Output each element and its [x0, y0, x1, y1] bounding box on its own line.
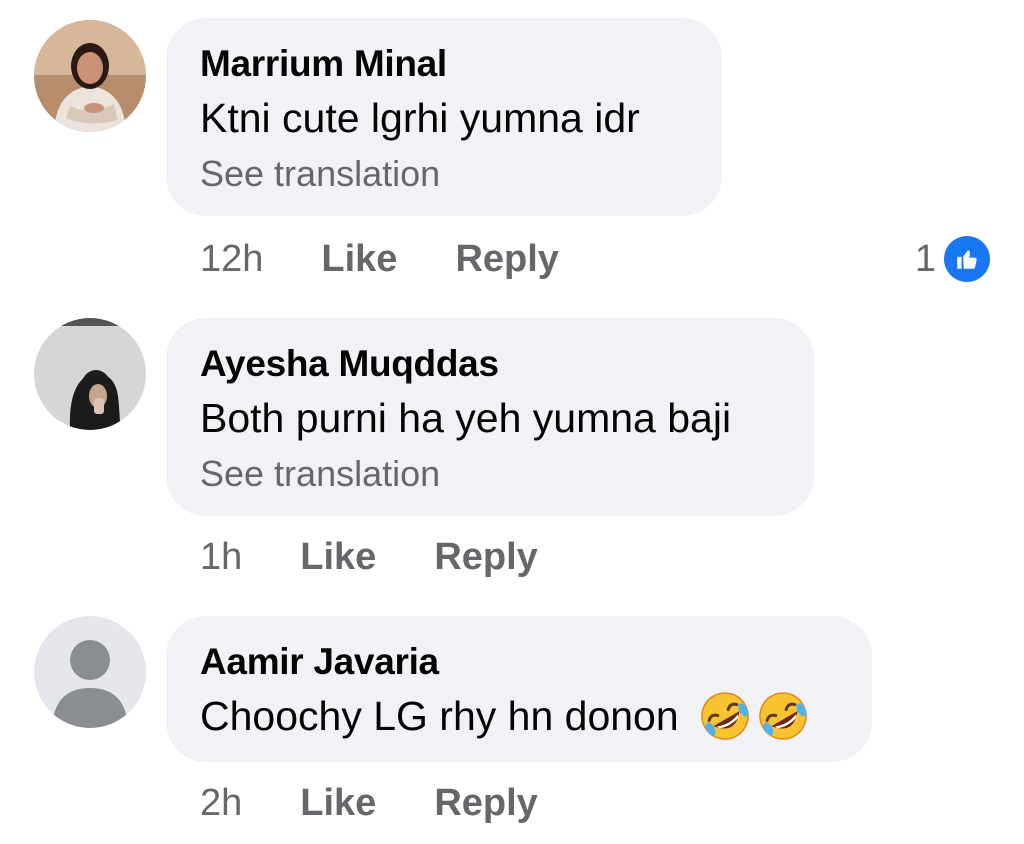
default-avatar-icon [34, 616, 146, 728]
comment-bubble: Aamir Javaria Choochy LG rhy hn donon [166, 616, 872, 762]
like-button[interactable]: Like [300, 782, 376, 825]
avatar[interactable] [34, 616, 146, 728]
comment-actions: 1h Like Reply [200, 532, 538, 582]
see-translation-link[interactable]: See translation [200, 452, 814, 496]
comment-text-content: Choochy LG rhy hn donon [200, 693, 679, 739]
avatar[interactable] [34, 318, 146, 430]
profile-photo [34, 318, 146, 430]
like-button[interactable]: Like [300, 536, 376, 579]
comment-author[interactable]: Ayesha Muqddas [200, 342, 814, 386]
comment-timestamp[interactable]: 12h [200, 238, 263, 281]
reply-button[interactable]: Reply [455, 238, 558, 281]
comment-timestamp[interactable]: 1h [200, 536, 242, 579]
like-reaction-icon [944, 236, 990, 282]
comment-text: Both purni ha yeh yumna baji [200, 390, 814, 446]
profile-photo [34, 20, 146, 132]
comment-author[interactable]: Aamir Javaria [200, 640, 872, 684]
reaction-summary[interactable]: 1 [915, 234, 990, 284]
comment-text: Ktni cute lgrhi yumna idr [200, 90, 722, 146]
comment-timestamp[interactable]: 2h [200, 782, 242, 825]
reply-button[interactable]: Reply [434, 782, 537, 825]
reaction-count: 1 [914, 237, 936, 280]
comment-text: Choochy LG rhy hn donon [200, 688, 872, 744]
avatar[interactable] [34, 20, 146, 132]
like-button[interactable]: Like [321, 238, 397, 281]
comment-actions: 12h Like Reply [200, 234, 559, 284]
reply-button[interactable]: Reply [434, 536, 537, 579]
rolling-on-floor-laughing-emoji [758, 692, 807, 740]
comment-author[interactable]: Marrium Minal [200, 42, 722, 86]
comment-bubble: Ayesha Muqddas Both purni ha yeh yumna b… [166, 318, 814, 516]
comment-text-content: Both purni ha yeh yumna baji [200, 395, 732, 441]
see-translation-link[interactable]: See translation [200, 152, 722, 196]
comment-text-content: Ktni cute lgrhi yumna idr [200, 95, 640, 141]
comments-list: Marrium Minal Ktni cute lgrhi yumna idr … [0, 0, 1024, 844]
rolling-on-floor-laughing-emoji [700, 692, 749, 740]
comment-bubble: Marrium Minal Ktni cute lgrhi yumna idr … [166, 18, 722, 216]
comment-actions: 2h Like Reply [200, 778, 538, 828]
